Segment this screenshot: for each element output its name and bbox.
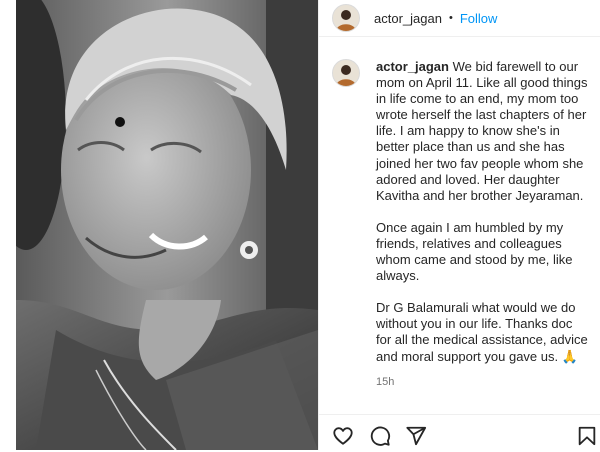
bookmark-icon: [578, 426, 596, 446]
author-avatar[interactable]: [332, 4, 360, 32]
caption-paragraph-3: Dr G Balamurali what would we do without…: [376, 300, 590, 364]
caption-paragraph-1: actor_jagan We bid farewell to our mom o…: [376, 59, 590, 204]
paper-plane-icon: [406, 426, 427, 446]
post-photo-portrait: [16, 0, 318, 450]
caption-avatar[interactable]: [332, 59, 360, 87]
comment-button[interactable]: [369, 425, 391, 447]
follow-button[interactable]: Follow: [460, 11, 498, 26]
post-actions: [319, 414, 600, 450]
caption-paragraph-3-text: Dr G Balamurali what would we do without…: [376, 300, 588, 364]
caption-row: actor_jagan We bid farewell to our mom o…: [319, 37, 600, 390]
comment-icon: [370, 426, 391, 446]
separator-dot: •: [448, 12, 453, 24]
post-time[interactable]: 15h: [376, 374, 590, 390]
caption-username[interactable]: actor_jagan: [376, 59, 449, 74]
author-username[interactable]: actor_jagan: [374, 11, 442, 26]
caption-text: actor_jagan We bid farewell to our mom o…: [376, 59, 590, 390]
avatar-icon: [336, 65, 356, 86]
caption-paragraph-1-text: We bid farewell to our mom on April 11. …: [376, 59, 588, 203]
left-gutter: [0, 0, 16, 450]
avatar-icon: [336, 10, 356, 31]
post-header: actor_jagan • Follow: [319, 0, 600, 37]
caption-paragraph-2: Once again I am humbled by my friends, r…: [376, 219, 573, 284]
save-button[interactable]: [576, 425, 598, 447]
share-button[interactable]: [405, 425, 427, 447]
heart-icon: [333, 427, 353, 445]
post-photo[interactable]: [16, 0, 318, 450]
like-button[interactable]: [332, 425, 354, 447]
folded-hands-emoji: 🙏: [561, 348, 578, 364]
